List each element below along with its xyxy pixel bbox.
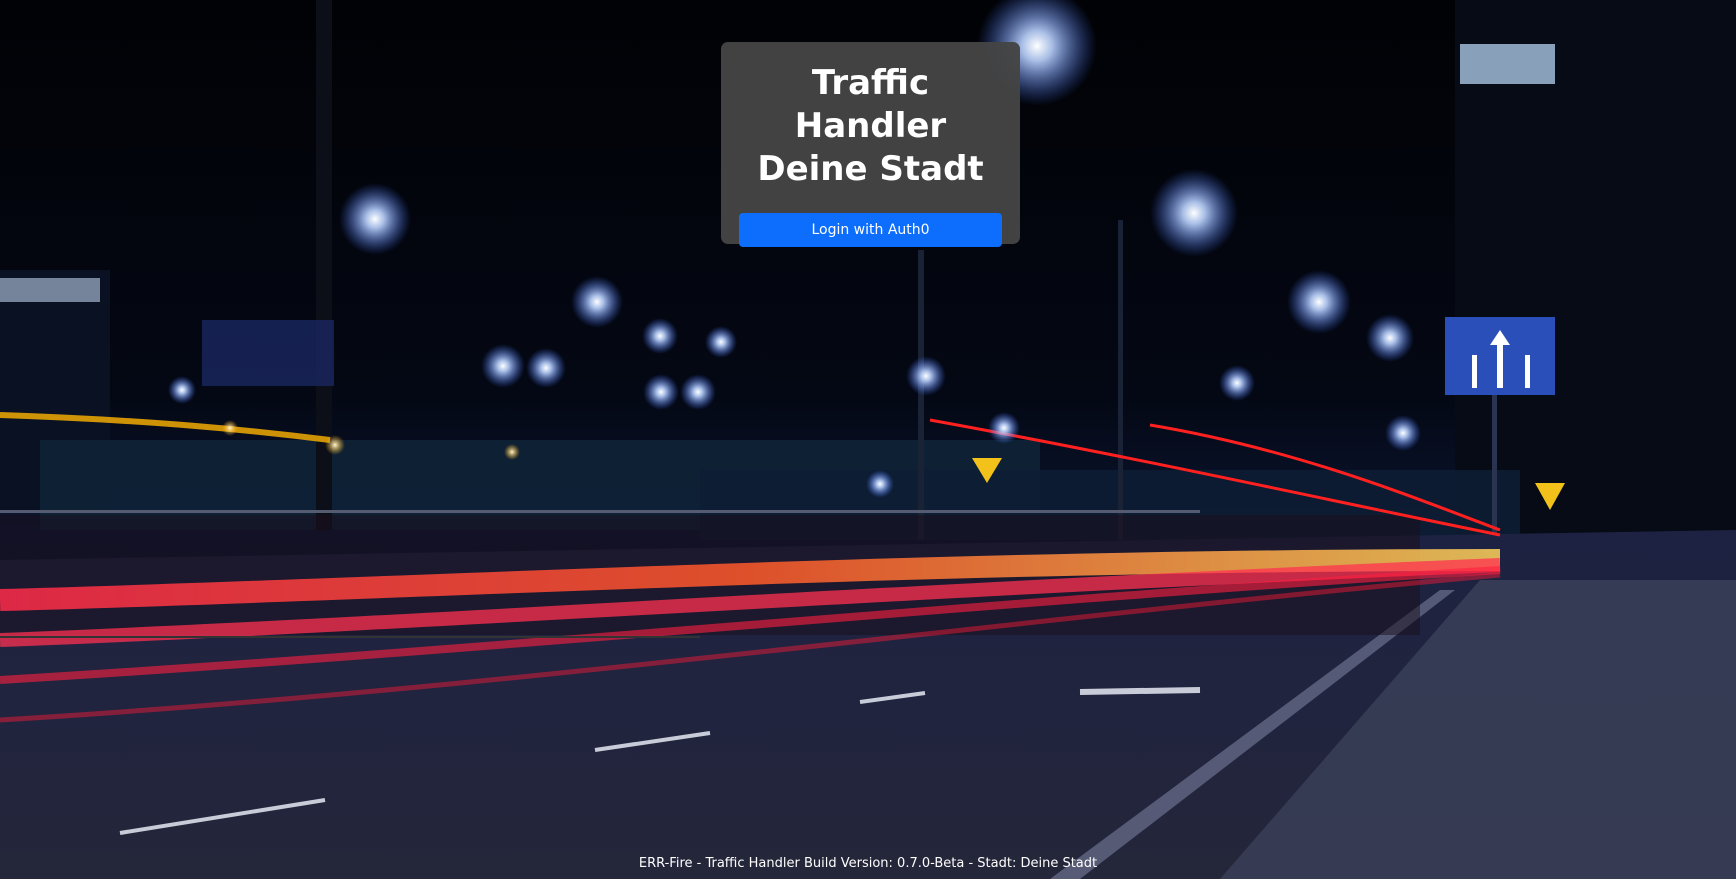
login-card: Traffic Handler Deine Stadt Login with A… (721, 42, 1020, 247)
login-with-auth0-button[interactable]: Login with Auth0 (739, 213, 1002, 247)
footer-build-info: ERR-Fire - Traffic Handler Build Version… (638, 856, 1098, 871)
title-line-city: Deine Stadt (757, 149, 984, 189)
title-line-app-name: Traffic Handler (794, 63, 947, 146)
page-title: Traffic Handler Deine Stadt (739, 62, 1002, 191)
